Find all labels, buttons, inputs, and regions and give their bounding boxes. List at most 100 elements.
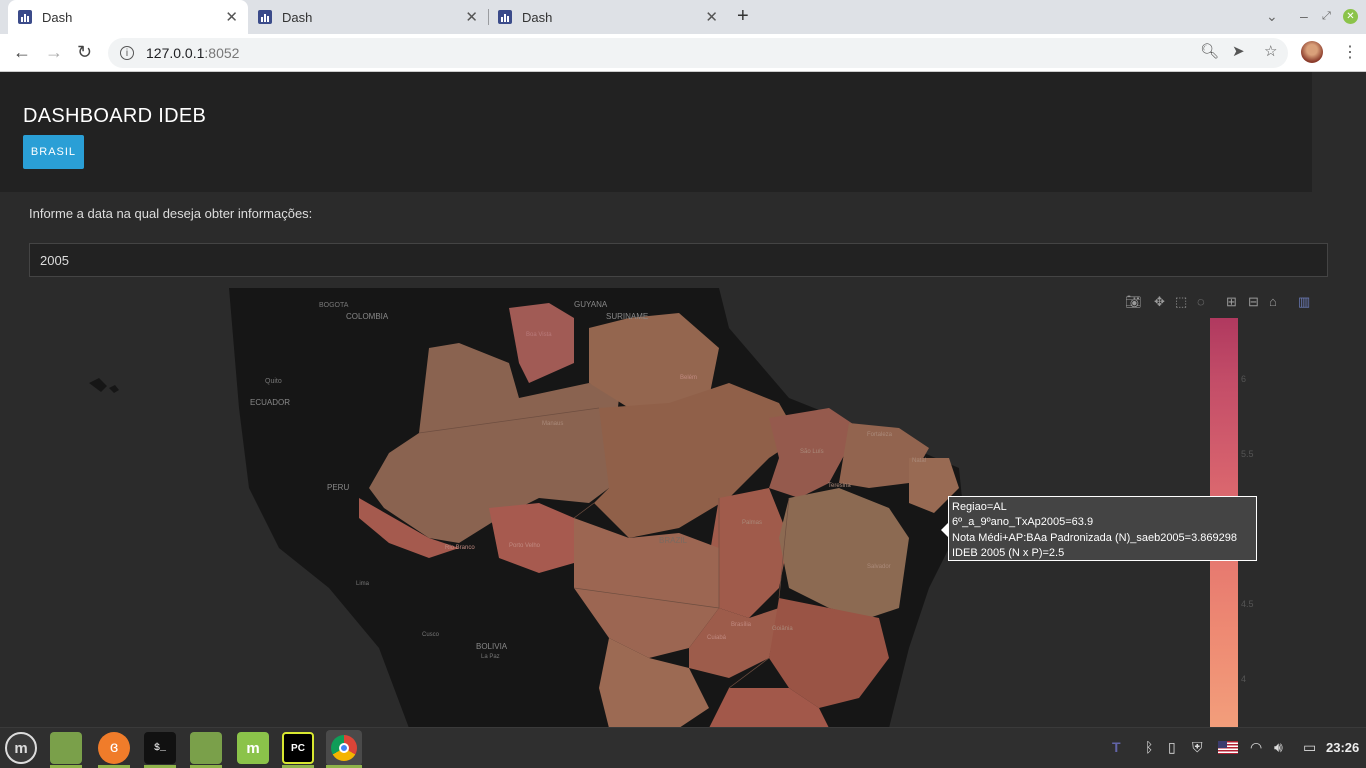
pan-icon[interactable]: ✥ xyxy=(1154,294,1165,310)
dash-favicon-icon xyxy=(18,10,32,24)
plotly-logo-icon[interactable]: ▥ xyxy=(1298,294,1310,310)
lasso-select-icon[interactable]: ◌ xyxy=(1197,294,1205,309)
back-arrow-icon[interactable]: ← xyxy=(13,42,31,63)
header-banner: DASHBOARD IDEB BRASIL xyxy=(0,72,1312,192)
terminal-icon[interactable]: $_ xyxy=(144,732,176,764)
tab-1[interactable]: Dash ✕ xyxy=(8,0,248,34)
firefox-icon[interactable]: ɞ xyxy=(98,732,130,764)
map-label: BOGOTA xyxy=(319,302,349,309)
minimize-icon[interactable]: – xyxy=(1300,8,1308,24)
browser-menu-icon[interactable]: ⋮ xyxy=(1342,42,1358,62)
map-label: Natal xyxy=(912,458,927,464)
camera-icon[interactable]: 📷︎ xyxy=(1125,294,1142,310)
page-title: DASHBOARD IDEB xyxy=(23,105,207,127)
tab-title: Dash xyxy=(282,9,313,25)
map-label: COLOMBIA xyxy=(346,312,389,321)
new-tab-plus-icon[interactable]: + xyxy=(737,5,749,28)
reload-icon[interactable]: ↻ xyxy=(77,42,92,63)
map-label: Goiânia xyxy=(772,626,793,632)
pycharm-icon[interactable]: PC xyxy=(282,732,314,764)
map-label: Manaus xyxy=(542,421,564,427)
map-label: La Paz xyxy=(481,654,500,660)
page-content: DASHBOARD IDEB BRASIL Informe a data na … xyxy=(0,72,1366,727)
wifi-icon[interactable]: ◠ xyxy=(1250,739,1262,756)
mint-menu-icon[interactable]: m xyxy=(5,732,37,764)
reset-view-icon[interactable]: ⌂ xyxy=(1269,294,1277,309)
map-label: Porto Velho xyxy=(509,543,541,549)
tab-close-icon[interactable]: ✕ xyxy=(705,8,718,26)
box-select-icon[interactable]: ⬚ xyxy=(1175,294,1187,310)
dash-favicon-icon xyxy=(498,10,512,24)
profile-avatar[interactable] xyxy=(1301,41,1323,63)
window-close-icon[interactable]: ✕ xyxy=(1343,9,1358,24)
map-label: Quito xyxy=(265,378,282,385)
volume-icon[interactable]: 🔊︎ xyxy=(1274,739,1283,756)
brasil-button[interactable]: BRASIL xyxy=(23,135,84,169)
restore-icon[interactable]: ⤢ xyxy=(1322,10,1331,23)
tab-2[interactable]: Dash ✕ xyxy=(248,0,488,34)
bluetooth-icon[interactable]: ᛒ xyxy=(1145,739,1153,755)
map-label: Boa Vista xyxy=(526,332,552,338)
taskbar: m ɞ $_ m PC T ᛒ ▯ ⛨ ◠ 🔊︎ ▭ 23:26 xyxy=(0,727,1366,768)
teams-icon[interactable]: T xyxy=(1112,739,1121,755)
colorbar-tick: 6 xyxy=(1241,374,1247,384)
shield-icon[interactable]: ⛨ xyxy=(1192,739,1203,756)
map-label: Salvador xyxy=(867,564,891,570)
site-info-icon[interactable]: i xyxy=(120,46,134,60)
zoom-icon[interactable]: 🔍︎ xyxy=(1200,42,1219,60)
tab-3[interactable]: Dash ✕ xyxy=(488,0,728,34)
address-bar[interactable]: i 127.0.0.1:8052 xyxy=(108,38,1288,68)
tab-search-chevron-icon[interactable]: ⌄ xyxy=(1266,8,1278,25)
tooltip-arrow xyxy=(941,523,948,537)
map-label: São Luís xyxy=(800,449,824,455)
url-port: :8052 xyxy=(204,45,240,61)
map-label: Teresina xyxy=(828,483,851,489)
map-label: GUYANA xyxy=(574,300,608,309)
tab-title: Dash xyxy=(42,9,73,25)
map-label: PERU xyxy=(327,483,350,492)
tab-title: Dash xyxy=(522,9,553,25)
chrome-icon[interactable] xyxy=(326,730,362,766)
bookmark-star-icon[interactable]: ☆ xyxy=(1264,42,1277,60)
map-label: Cuiabá xyxy=(707,635,727,641)
clipboard-icon[interactable]: ▯ xyxy=(1168,739,1176,756)
tab-close-icon[interactable]: ✕ xyxy=(465,8,478,26)
battery-icon[interactable]: ▭ xyxy=(1303,739,1316,756)
browser-tab-strip: Dash ✕ Dash ✕ Dash ✕ + ⌄ – ⤢ ✕ xyxy=(0,0,1366,34)
map-label: BOLIVIA xyxy=(476,642,508,651)
zoom-in-icon[interactable]: ⊞ xyxy=(1226,294,1237,310)
send-icon[interactable]: ➤ xyxy=(1232,42,1245,60)
map-label: Lima xyxy=(356,581,370,587)
tooltip-line: Nota Médi+AP:BAa Padronizada (N)_saeb200… xyxy=(952,531,1237,544)
folder-icon[interactable] xyxy=(190,732,222,764)
map-label: Brasília xyxy=(731,622,752,628)
url-host: 127.0.0.1 xyxy=(146,45,205,61)
clock[interactable]: 23:26 xyxy=(1326,740,1359,755)
map-label: Palmas xyxy=(742,520,763,526)
mintinstall-icon[interactable]: m xyxy=(237,732,269,764)
tooltip-line: 6º_a_9ºano_TxAp2005=63.9 xyxy=(952,516,1094,529)
map-label: Cusco xyxy=(422,632,440,638)
choropleth-map[interactable]: BOGOTA COLOMBIA GUYANA SURINAME Quito EC… xyxy=(29,288,1328,727)
map-label: BRAZIL xyxy=(659,536,688,545)
colorbar-tick: 4.5 xyxy=(1241,599,1254,609)
zoom-out-icon[interactable]: ⊟ xyxy=(1248,294,1259,310)
chrome-logo-icon xyxy=(331,735,357,761)
tooltip-line: Regiao=AL xyxy=(952,501,1007,513)
tab-close-icon[interactable]: ✕ xyxy=(225,8,238,26)
date-prompt-label: Informe a data na qual deseja obter info… xyxy=(29,206,313,221)
tooltip-line: IDEB 2005 (N x P)=2.5 xyxy=(952,546,1065,559)
dash-favicon-icon xyxy=(258,10,272,24)
browser-toolbar: ← → ↻ i 127.0.0.1:8052 🔍︎ ➤ ☆ ⋮ xyxy=(0,34,1366,72)
us-flag-icon[interactable] xyxy=(1218,741,1238,754)
date-input[interactable]: 2005 xyxy=(29,243,1328,277)
map-label: Fortaleza xyxy=(867,432,893,438)
map-label: Belém xyxy=(680,375,698,381)
map-label: ECUADOR xyxy=(250,398,291,407)
map-label: Rio Branco xyxy=(445,545,475,551)
forward-arrow-icon[interactable]: → xyxy=(45,42,63,63)
colorbar-tick: 5.5 xyxy=(1241,449,1254,459)
hover-tooltip: Regiao=AL 6º_a_9ºano_TxAp2005=63.9 Nota … xyxy=(948,496,1257,561)
files-folder-icon[interactable] xyxy=(50,732,82,764)
map-label: SURINAME xyxy=(606,312,649,321)
